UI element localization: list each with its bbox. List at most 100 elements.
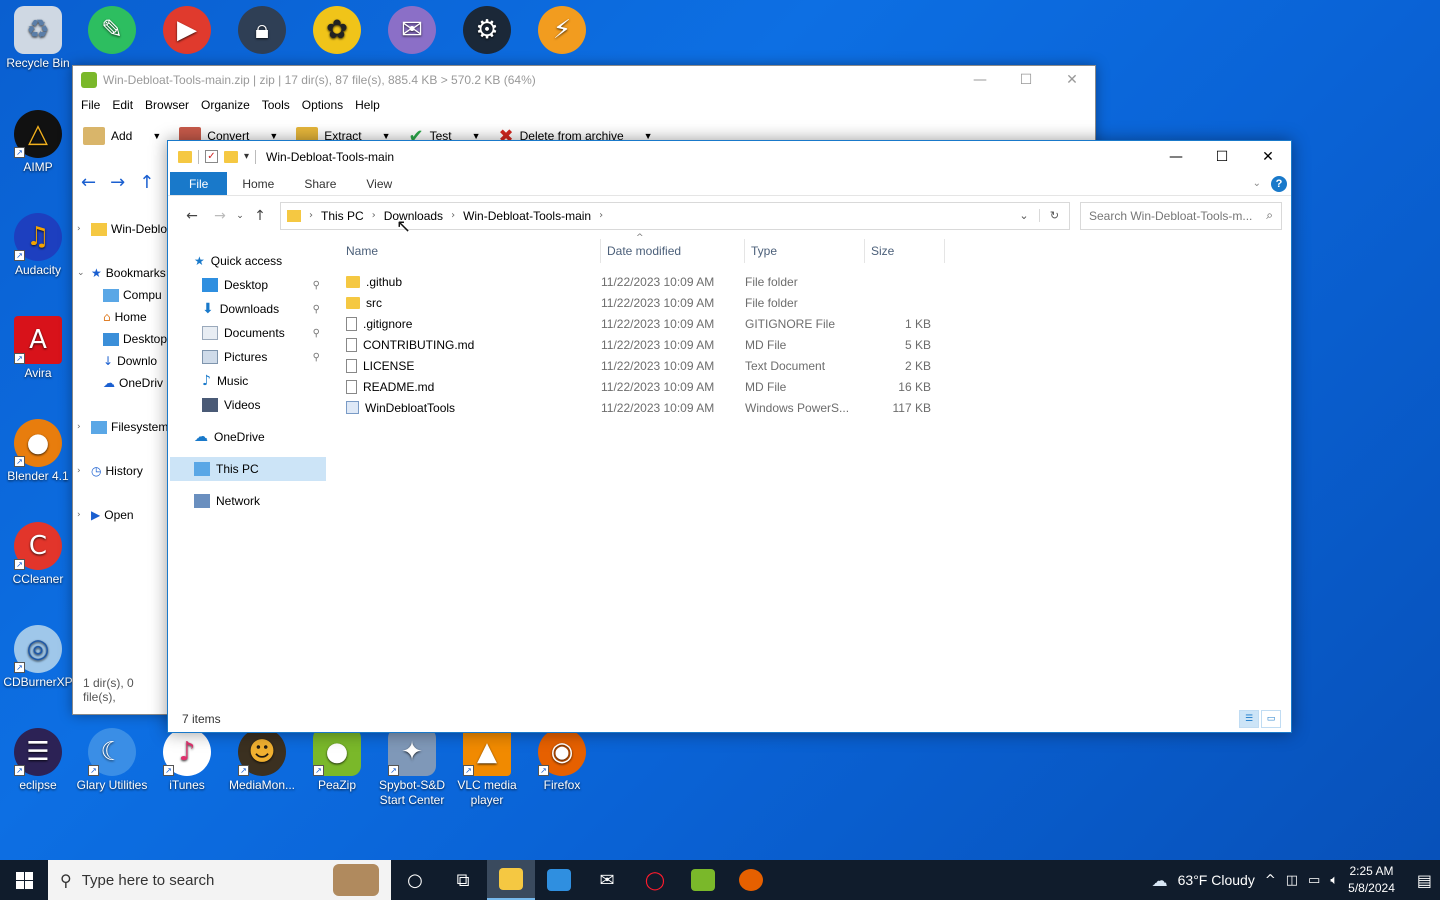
nav-documents[interactable]: Documents ⚲ (168, 321, 338, 345)
desktop-icon-winamp[interactable]: ⚡ (524, 6, 600, 56)
table-row[interactable]: CONTRIBUTING.md 11/22/2023 10:09 AM MD Fil… (340, 334, 1291, 355)
tree-item-desktop[interactable]: Desktop (103, 332, 167, 346)
show-hidden-icons-icon[interactable]: ^ (1265, 873, 1276, 888)
tree-item-downloads[interactable]: ↓ Downlo (103, 354, 157, 368)
breadcrumb-current-folder[interactable]: Win-Debloat-Tools-main (463, 209, 591, 223)
column-name[interactable]: Name (340, 239, 601, 263)
taskbar-peazip[interactable] (679, 860, 727, 900)
large-icons-view-icon[interactable]: ▭ (1261, 710, 1281, 728)
breadcrumb-chevron-icon[interactable]: › (451, 210, 455, 221)
add-button[interactable]: Add ▼ (83, 127, 161, 145)
desktop-icon-musicbee[interactable]: ✿ (299, 6, 375, 56)
search-input[interactable]: Search Win-Debloat-Tools-m... (1089, 209, 1252, 223)
desktop-icon-vlc[interactable]: ▲ ↗ VLC media player (449, 728, 525, 808)
up-arrow-icon[interactable]: ↑ (246, 208, 274, 224)
tab-file[interactable]: File (170, 172, 228, 195)
desktop-icon-itunes[interactable]: ♪ ↗ iTunes (149, 728, 225, 793)
recent-locations-icon[interactable]: ⌄ (234, 211, 246, 221)
weather-text[interactable]: 63°F Cloudy (1178, 872, 1255, 888)
menu-edit[interactable]: Edit (112, 98, 141, 112)
chevron-down-icon[interactable]: ▼ (152, 131, 161, 141)
address-dropdown-icon[interactable]: ⌄ (1009, 209, 1039, 222)
desktop-icon-aimp[interactable]: △ ↗ AIMP (0, 110, 76, 175)
table-row[interactable]: WinDebloatTools 11/22/2023 10:09 AM Window… (340, 397, 1291, 418)
table-row[interactable]: LICENSE 11/22/2023 10:09 AM Text Document 2… (340, 355, 1291, 376)
desktop-icon-steam[interactable]: ⚙ (449, 6, 525, 56)
tree-item-filesystem[interactable]: › Filesystem (77, 420, 168, 434)
refresh-icon[interactable]: ↻ (1039, 209, 1069, 222)
nav-pictures[interactable]: Pictures ⚲ (168, 345, 338, 369)
nav-music[interactable]: ♪ Music (168, 369, 338, 393)
desktop-icon-audacity[interactable]: ♫ ↗ Audacity (0, 213, 76, 278)
breadcrumb-downloads[interactable]: Downloads (384, 209, 443, 223)
tab-view[interactable]: View (351, 172, 407, 195)
new-folder-icon[interactable] (224, 150, 238, 163)
network-icon[interactable]: ▭ (1308, 873, 1320, 888)
taskbar-search-input[interactable]: Type here to search (82, 872, 215, 889)
breadcrumb-chevron-icon[interactable]: › (309, 210, 313, 221)
explorer-window[interactable]: ✓ ▾ Win-Debloat-Tools-main — ☐ ✕ File Ho… (167, 140, 1292, 733)
menu-tools[interactable]: Tools (262, 98, 298, 112)
volume-muted-icon[interactable]: 🔈︎ (1330, 873, 1338, 888)
nav-network[interactable]: Network (168, 489, 338, 513)
tree-item-history[interactable]: › ◷ History (77, 464, 143, 478)
explorer-title-bar[interactable]: ✓ ▾ Win-Debloat-Tools-main — ☐ ✕ (168, 141, 1291, 172)
column-date-modified[interactable]: Date modified (601, 239, 745, 263)
meet-now-icon[interactable]: ◫ (1286, 873, 1298, 888)
nav-quick-access[interactable]: ★ Quick access (168, 249, 338, 273)
notifications-icon[interactable]: ▤ (1417, 871, 1432, 890)
pin-icon[interactable]: ⚲ (313, 280, 320, 291)
minimize-icon[interactable]: — (957, 72, 1003, 88)
menu-file[interactable]: File (81, 98, 108, 112)
desktop-icon-cdburnerxp[interactable]: ◎ ↗ CDBurnerXP (0, 625, 76, 690)
pin-icon[interactable]: ⚲ (313, 304, 320, 315)
tree-item-computer[interactable]: Compu (103, 288, 162, 302)
taskbar-search[interactable]: ⚲ Type here to search (48, 860, 391, 900)
back-arrow-icon[interactable]: ← (178, 208, 206, 224)
close-icon[interactable]: ✕ (1245, 141, 1291, 172)
help-icon[interactable]: ? (1271, 175, 1287, 192)
tree-item-home[interactable]: ⌂ Home (103, 310, 147, 324)
maximize-icon[interactable]: ☐ (1003, 72, 1049, 88)
desktop-icon-evernote[interactable]: ✎ (74, 6, 150, 56)
table-row[interactable]: README.md 11/22/2023 10:09 AM MD File 16 KB (340, 376, 1291, 397)
taskbar-store[interactable] (535, 860, 583, 900)
menu-browser[interactable]: Browser (145, 98, 197, 112)
desktop-icon-mediamonkey[interactable]: ☻ ↗ MediaMon... (224, 728, 300, 793)
weather-cloud-icon[interactable]: ☁ (1152, 871, 1168, 890)
pin-icon[interactable]: ⚲ (313, 352, 320, 363)
menu-organize[interactable]: Organize (201, 98, 258, 112)
desktop-icon-ccleaner[interactable]: C ↗ CCleaner (0, 522, 76, 587)
tree-item-open[interactable]: › ▶ Open (77, 508, 134, 522)
peazip-title-bar[interactable]: Win-Debloat-Tools-main.zip | zip | 17 di… (73, 66, 1095, 94)
pin-icon[interactable]: ⚲ (313, 328, 320, 339)
forward-arrow-icon[interactable]: → (206, 208, 234, 224)
taskbar-mail[interactable]: ✉ (583, 860, 631, 900)
expand-ribbon-icon[interactable]: ⌄ (1253, 178, 1261, 189)
back-arrow-icon[interactable]: ← (81, 172, 96, 193)
column-type[interactable]: Type (745, 239, 865, 263)
table-row[interactable]: .gitignore 11/22/2023 10:09 AM GITIGNORE F… (340, 313, 1291, 334)
taskbar-opera[interactable]: ◯ (631, 860, 679, 900)
taskbar-file-explorer[interactable] (487, 860, 535, 900)
desktop-icon-firefox[interactable]: ◉ ↗ Firefox (524, 728, 600, 793)
menu-help[interactable]: Help (355, 98, 388, 112)
tree-item-archive[interactable]: › Win-Deblo (77, 222, 167, 236)
search-box[interactable]: Search Win-Debloat-Tools-m... ⌕ (1080, 201, 1282, 230)
taskbar-firefox[interactable] (727, 860, 775, 900)
forward-arrow-icon[interactable]: → (110, 172, 125, 193)
search-icon[interactable]: ⌕ (1266, 208, 1273, 223)
start-button[interactable] (0, 860, 48, 900)
cortana-button[interactable]: ○ (391, 860, 439, 900)
close-icon[interactable]: ✕ (1049, 72, 1095, 88)
tab-share[interactable]: Share (289, 172, 351, 195)
tab-home[interactable]: Home (227, 172, 289, 195)
table-row[interactable]: src 11/22/2023 10:09 AM File folder (340, 292, 1291, 313)
desktop-icon-pidgin[interactable]: ✉ (374, 6, 450, 56)
desktop-icon-recycle-bin[interactable]: ♻ Recycle Bin (0, 6, 76, 71)
details-view-icon[interactable]: ☰ (1239, 710, 1259, 728)
properties-icon[interactable]: ✓ (205, 150, 218, 163)
table-row[interactable]: .github 11/22/2023 10:09 AM File folder (340, 271, 1291, 292)
desktop-icon-eclipse[interactable]: ☰ ↗ eclipse (0, 728, 76, 793)
desktop-icon-glary-utilities[interactable]: ☾ ↗ Glary Utilities (74, 728, 150, 793)
